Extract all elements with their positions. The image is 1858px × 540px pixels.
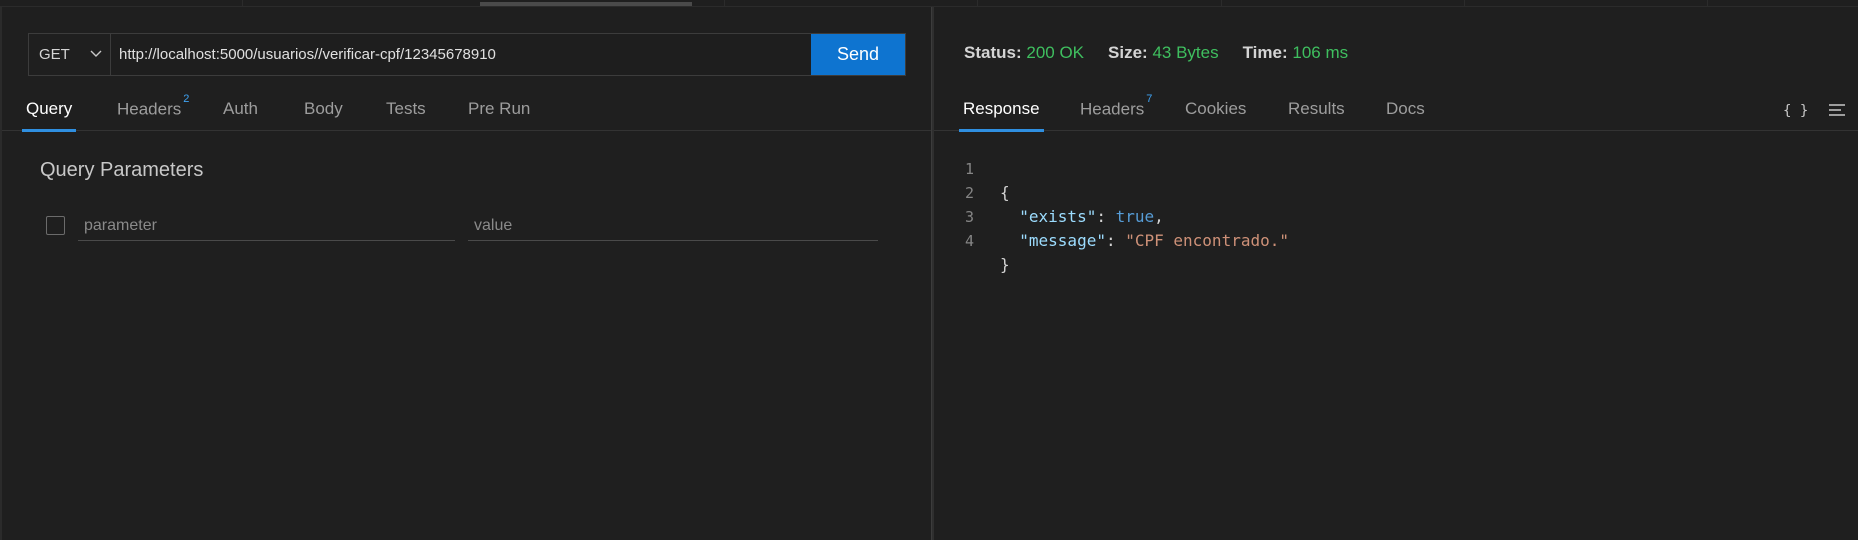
tab-strip-segment: [0, 0, 725, 6]
tab-response[interactable]: Response: [959, 89, 1044, 132]
json-separator: :: [1105, 231, 1126, 250]
method-label: GET: [39, 46, 70, 63]
tab-query[interactable]: Query: [21, 89, 77, 132]
tab-response-headers[interactable]: Headers7: [1080, 89, 1152, 131]
app-root: GET http://localhost:5000/usuarios//veri…: [0, 0, 1858, 540]
tab-label: Headers: [117, 99, 182, 119]
tab-label: Cookies: [1185, 99, 1247, 118]
param-value-input[interactable]: [468, 211, 878, 241]
code-line: 4 }: [934, 205, 1858, 274]
line-number: 4: [964, 232, 974, 250]
query-param-row: [44, 207, 884, 243]
json-key: "message": [1019, 231, 1106, 250]
tab-tests[interactable]: Tests: [386, 89, 426, 131]
param-enable-checkbox[interactable]: [46, 216, 65, 235]
url-bar: GET http://localhost:5000/usuarios//veri…: [28, 33, 906, 76]
tab-label: Response: [963, 99, 1040, 118]
tab-body[interactable]: Body: [304, 89, 343, 131]
tab-label: Body: [304, 99, 343, 118]
request-tabs: Query Headers2 Auth Body Tests Pre Run: [2, 89, 931, 132]
code-text: "message": "CPF encontrado.": [1000, 229, 1289, 253]
status-label: Status:: [964, 43, 1022, 62]
tab-headers[interactable]: Headers2: [117, 89, 189, 131]
size-value: 43 Bytes: [1152, 43, 1219, 62]
response-pane: Status: 200 OK Size: 43 Bytes Time: 106 …: [934, 7, 1858, 540]
tab-docs[interactable]: Docs: [1386, 89, 1425, 131]
time-stat: Time: 106 ms: [1243, 43, 1349, 63]
tab-auth[interactable]: Auth: [223, 89, 258, 131]
tab-strip-segment: [725, 0, 978, 6]
tab-label: Docs: [1386, 99, 1425, 118]
braces-icon[interactable]: { }: [1783, 103, 1808, 119]
status-value: 200 OK: [1026, 43, 1085, 62]
tab-results[interactable]: Results: [1288, 89, 1345, 131]
param-name-input[interactable]: [78, 211, 455, 241]
close-brace: }: [1000, 255, 1010, 274]
code-line: 1 {: [934, 133, 1858, 202]
tab-strip-segment: [1222, 0, 1465, 6]
response-stats: Status: 200 OK Size: 43 Bytes Time: 106 …: [964, 43, 1348, 63]
code-text: }: [1000, 253, 1010, 277]
request-pane: GET http://localhost:5000/usuarios//veri…: [2, 7, 931, 540]
tab-cookies[interactable]: Cookies: [1185, 89, 1246, 131]
json-string-value: "CPF encontrado.": [1125, 231, 1289, 250]
code-line: 3 "message": "CPF encontrado.": [934, 181, 1858, 250]
status-stat: Status: 200 OK: [964, 43, 1084, 63]
tab-strip-segment: [978, 0, 1222, 6]
tab-label: Query: [26, 99, 73, 118]
query-parameters-title: Query Parameters: [40, 159, 204, 181]
response-tabs: Response Headers7 Cookies Results Docs: [934, 89, 1858, 132]
time-label: Time:: [1242, 43, 1288, 62]
url-input[interactable]: http://localhost:5000/usuarios//verifica…: [111, 34, 811, 75]
response-headers-count-badge: 7: [1146, 93, 1153, 105]
tab-strip-segment: [1465, 0, 1708, 6]
tab-label: Auth: [223, 99, 258, 118]
tab-label: Headers: [1080, 99, 1145, 119]
send-button[interactable]: Send: [811, 34, 905, 75]
tab-pre-run[interactable]: Pre Run: [468, 89, 530, 131]
chevron-down-icon: [90, 50, 102, 60]
editor-tab-strip: [0, 0, 1858, 7]
tab-label: Tests: [386, 99, 426, 118]
headers-count-badge: 2: [183, 93, 190, 105]
response-body: 1 { 2 "exists": true, 3 "message": "CPF …: [934, 133, 1858, 274]
tab-label: Pre Run: [468, 99, 531, 118]
code-line: 2 "exists": true,: [934, 157, 1858, 226]
method-select[interactable]: GET: [29, 34, 111, 75]
time-value: 106 ms: [1292, 43, 1349, 62]
size-label: Size:: [1108, 43, 1148, 62]
menu-icon[interactable]: [1828, 103, 1846, 122]
size-stat: Size: 43 Bytes: [1108, 43, 1219, 63]
tab-label: Results: [1288, 99, 1345, 118]
